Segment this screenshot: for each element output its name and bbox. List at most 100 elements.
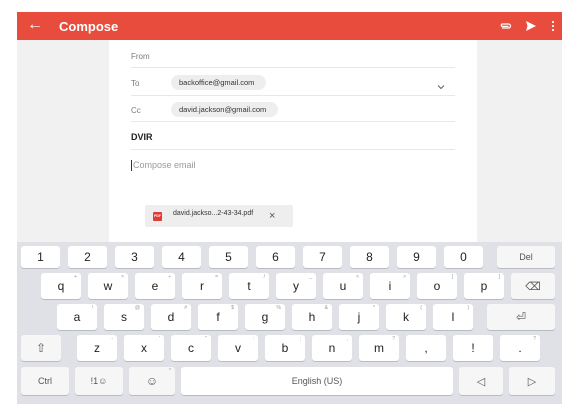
key-5[interactable]: 5	[209, 246, 248, 268]
key-a[interactable]: ! a	[57, 304, 97, 330]
from-row[interactable]: From	[131, 40, 455, 68]
symbols-key[interactable]: !1☺	[75, 367, 123, 395]
key-period[interactable]: ?.	[500, 335, 540, 361]
key-label: o	[433, 279, 441, 293]
cursor-left-key[interactable]: ◁	[459, 367, 503, 395]
backspace-key[interactable]: ⌫	[511, 273, 555, 299]
key-w[interactable]: × w	[88, 273, 128, 299]
subject-field[interactable]: DVIR	[131, 122, 455, 150]
key-exclamation[interactable]: !	[453, 335, 493, 361]
key-hint: ?	[533, 336, 536, 342]
key-label: i	[388, 279, 392, 293]
page-title: Compose	[59, 19, 119, 34]
delete-key[interactable]: Del	[497, 246, 555, 268]
shift-key-left[interactable]: ⇧	[21, 335, 61, 361]
key-hint: !	[91, 305, 93, 311]
paperclip-icon[interactable]	[499, 16, 513, 36]
back-arrow-icon[interactable]: ←	[27, 15, 43, 35]
more-vertical-icon[interactable]	[549, 16, 557, 36]
key-v[interactable]: :v	[218, 335, 258, 361]
key-hint: &	[324, 305, 328, 311]
key-1[interactable]: 1	[21, 246, 60, 268]
key-x[interactable]: ' x	[124, 335, 164, 361]
key-4[interactable]: 4	[162, 246, 201, 268]
key-hint: :	[252, 336, 254, 342]
cursor-right-key[interactable]: ▷	[509, 367, 555, 395]
key-h[interactable]: & h	[292, 304, 332, 330]
device-screen: ← Compose From To backoffice@gmail.com C…	[17, 12, 562, 404]
key-3[interactable]: 3	[115, 246, 154, 268]
key-label: u	[339, 279, 347, 293]
key-r[interactable]: = r	[182, 273, 222, 299]
key-o[interactable]: [o	[417, 273, 457, 299]
key-8[interactable]: 8	[350, 246, 389, 268]
key-y[interactable]: _ y	[276, 273, 316, 299]
key-t[interactable]: / t	[229, 273, 269, 299]
key-2[interactable]: 2	[68, 246, 107, 268]
key-z[interactable]: -z	[77, 335, 117, 361]
key-s[interactable]: @ s	[104, 304, 144, 330]
key-comma[interactable]: ,	[406, 335, 446, 361]
chevron-down-icon[interactable]	[437, 77, 445, 95]
key-n[interactable]: ,n	[312, 335, 352, 361]
key-p[interactable]: ] p	[464, 273, 504, 299]
ctrl-key[interactable]: Ctrl	[21, 367, 69, 395]
key-label: ,	[424, 341, 428, 355]
to-recipient-chip[interactable]: backoffice@gmail.com	[171, 75, 267, 90]
key-label: c	[188, 341, 194, 355]
key-label: 7	[319, 250, 326, 264]
send-icon[interactable]	[523, 16, 539, 36]
key-hint: '	[159, 336, 160, 342]
key-m[interactable]: ? m	[359, 335, 399, 361]
key-9[interactable]: 9	[397, 246, 436, 268]
key-label: Ctrl	[38, 376, 52, 386]
cc-recipient-chip[interactable]: david.jackson@gmail.com	[171, 102, 279, 117]
key-l[interactable]: ) l	[433, 304, 473, 330]
key-label: 3	[131, 250, 138, 264]
key-e[interactable]: ÷ e	[135, 273, 175, 299]
key-label: 5	[225, 250, 232, 264]
body-field[interactable]: Compose email	[131, 150, 455, 190]
key-label: 8	[366, 250, 373, 264]
enter-icon: ⏎	[515, 310, 527, 324]
emoji-icon: ☺	[145, 374, 159, 388]
key-label: t	[247, 279, 251, 293]
shift-icon: ⇧	[35, 341, 47, 355]
key-hint: %	[276, 305, 281, 311]
key-q[interactable]: + q	[41, 273, 81, 299]
key-label: s	[121, 310, 127, 324]
cc-row[interactable]: Cc david.jackson@gmail.com	[131, 96, 455, 122]
key-hint: *	[373, 305, 375, 311]
key-label: b	[281, 341, 289, 355]
key-i[interactable]: > i	[370, 273, 410, 299]
key-6[interactable]: 6	[256, 246, 295, 268]
paperclip-icon-graphic	[500, 23, 512, 29]
key-hint: =	[215, 274, 218, 280]
attachment-chip[interactable]: PDF david.jackso...2-43-34.pdf ×	[145, 205, 293, 227]
key-u[interactable]: < u	[323, 273, 363, 299]
key-f[interactable]: $ f	[198, 304, 238, 330]
key-hint: ?	[392, 336, 395, 342]
key-label: 2	[84, 250, 91, 264]
key-7[interactable]: 7	[303, 246, 342, 268]
key-label: 9	[413, 250, 420, 264]
enter-key[interactable]: ⏎	[487, 304, 555, 330]
key-k[interactable]: (k	[386, 304, 426, 330]
key-g[interactable]: % g	[245, 304, 285, 330]
key-j[interactable]: * j	[339, 304, 379, 330]
key-label: .	[518, 341, 522, 355]
key-d[interactable]: # d	[151, 304, 191, 330]
key-hint: #	[184, 305, 187, 311]
key-b[interactable]: ; b	[265, 335, 305, 361]
key-label: p	[480, 279, 488, 293]
key-hint: ,	[346, 336, 348, 342]
space-key[interactable]: English (US)	[181, 367, 453, 395]
key-label: a	[73, 310, 81, 324]
emoji-key[interactable]: * ☺	[129, 367, 175, 395]
key-c[interactable]: " c	[171, 335, 211, 361]
remove-attachment-icon[interactable]: ×	[269, 210, 275, 222]
to-row[interactable]: To backoffice@gmail.com	[131, 68, 455, 96]
key-0[interactable]: 0	[444, 246, 483, 268]
attachment-filename: david.jackso...2-43-34.pdf	[173, 210, 254, 217]
key-label: 4	[178, 250, 185, 264]
